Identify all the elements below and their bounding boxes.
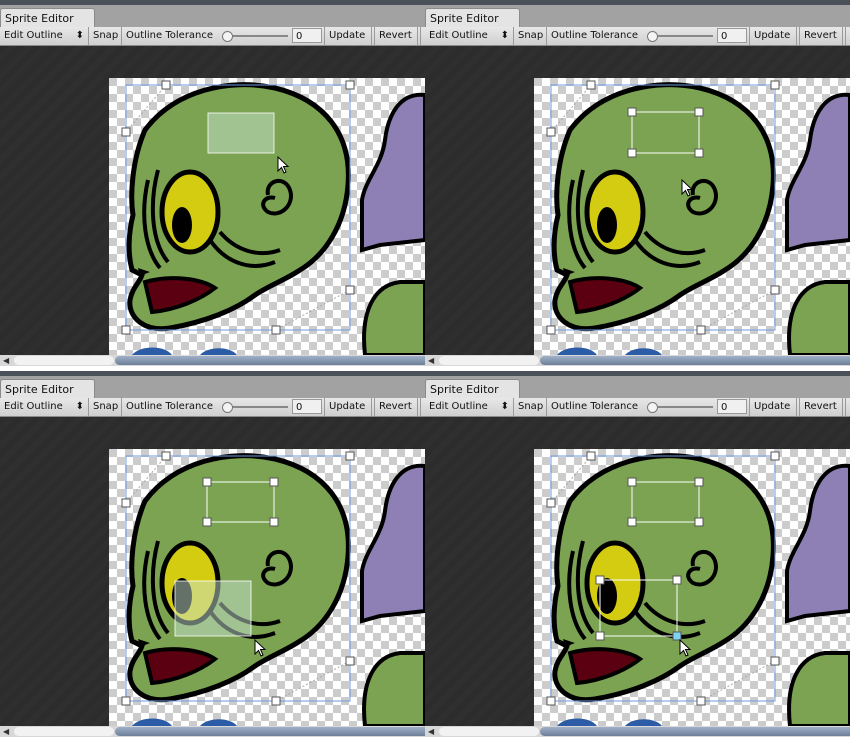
outline-handle[interactable] [694, 517, 704, 527]
outline-handle[interactable] [627, 107, 637, 117]
scroll-track [14, 356, 114, 365]
outline-handle[interactable] [161, 80, 171, 90]
scroll-left-arrow-icon[interactable]: ◀ [3, 727, 9, 736]
outline-handle[interactable] [121, 696, 131, 706]
zombie-eye [584, 169, 646, 255]
outline-handle[interactable] [770, 80, 780, 90]
sprite-editor-panel-1: Sprite Editor Edit Outline ⬍ Snap Outline… [0, 0, 425, 366]
outline-handle[interactable] [627, 517, 637, 527]
outline-handle[interactable] [121, 127, 131, 137]
sprite-editor-panel-3: Sprite Editor Edit Outline ⬍ Snap Outline… [0, 371, 425, 737]
scroll-track [439, 727, 539, 736]
scroll-track [439, 356, 539, 365]
outline-handle[interactable] [202, 477, 212, 487]
outline-handle[interactable] [546, 325, 556, 335]
outline-shapes[interactable] [207, 112, 275, 154]
outline-handle[interactable] [271, 696, 281, 706]
sprite-view[interactable] [425, 0, 850, 355]
drag-selection-rect [207, 112, 275, 154]
scroll-track [14, 727, 114, 736]
selected-handle[interactable] [672, 631, 682, 641]
outline-handle[interactable] [627, 148, 637, 158]
scroll-left-arrow-icon[interactable]: ◀ [428, 356, 434, 365]
drag-selection-rect [174, 580, 252, 637]
zombie-eye [584, 540, 646, 626]
scroll-left-arrow-icon[interactable]: ◀ [428, 727, 434, 736]
sprite-view[interactable] [0, 0, 425, 355]
outline-handle[interactable] [696, 696, 706, 706]
scroll-thumb[interactable] [540, 727, 850, 736]
outline-handle[interactable] [161, 451, 171, 461]
outline-handle[interactable] [345, 285, 355, 295]
outline-handle[interactable] [595, 575, 605, 585]
outline-handle[interactable] [269, 477, 279, 487]
sprite-editor-panel-4: Sprite Editor Edit Outline ⬍ Snap Outline… [425, 371, 850, 737]
outline-handle[interactable] [271, 325, 281, 335]
outline-handle[interactable] [345, 451, 355, 461]
scroll-thumb[interactable] [115, 727, 425, 736]
horizontal-scrollbar[interactable]: ◀ [425, 726, 850, 737]
outline-handle[interactable] [121, 325, 131, 335]
horizontal-scrollbar[interactable]: ◀ [0, 726, 425, 737]
outline-handle[interactable] [627, 477, 637, 487]
horizontal-scrollbar[interactable]: ◀ [0, 355, 425, 366]
sprite-view[interactable] [425, 371, 850, 726]
scroll-left-arrow-icon[interactable]: ◀ [3, 356, 9, 365]
outline-handle[interactable] [269, 517, 279, 527]
outline-handle[interactable] [546, 127, 556, 137]
outline-handle[interactable] [694, 107, 704, 117]
outline-handle[interactable] [595, 631, 605, 641]
outline-handle[interactable] [345, 656, 355, 666]
horizontal-scrollbar[interactable]: ◀ [425, 355, 850, 366]
outline-handle[interactable] [694, 477, 704, 487]
outline-handle[interactable] [770, 656, 780, 666]
outline-handle[interactable] [546, 498, 556, 508]
outline-handle[interactable] [202, 517, 212, 527]
eye-pupil [597, 207, 617, 243]
sprite-editor-panel-2: Sprite Editor Edit Outline ⬍ Snap Outline… [425, 0, 850, 366]
outline-handle[interactable] [345, 80, 355, 90]
outline-handle[interactable] [770, 451, 780, 461]
outline-handle[interactable] [696, 325, 706, 335]
outline-handle[interactable] [586, 451, 596, 461]
scroll-thumb[interactable] [540, 356, 850, 365]
scroll-thumb[interactable] [115, 356, 425, 365]
outline-handle[interactable] [121, 498, 131, 508]
outline-handle[interactable] [694, 148, 704, 158]
zombie-eye [159, 169, 221, 255]
sprite-view[interactable] [0, 371, 425, 726]
outline-handle[interactable] [672, 575, 682, 585]
outline-handle[interactable] [586, 80, 596, 90]
outline-handle[interactable] [770, 285, 780, 295]
eye-pupil [172, 207, 192, 243]
outline-handle[interactable] [546, 696, 556, 706]
